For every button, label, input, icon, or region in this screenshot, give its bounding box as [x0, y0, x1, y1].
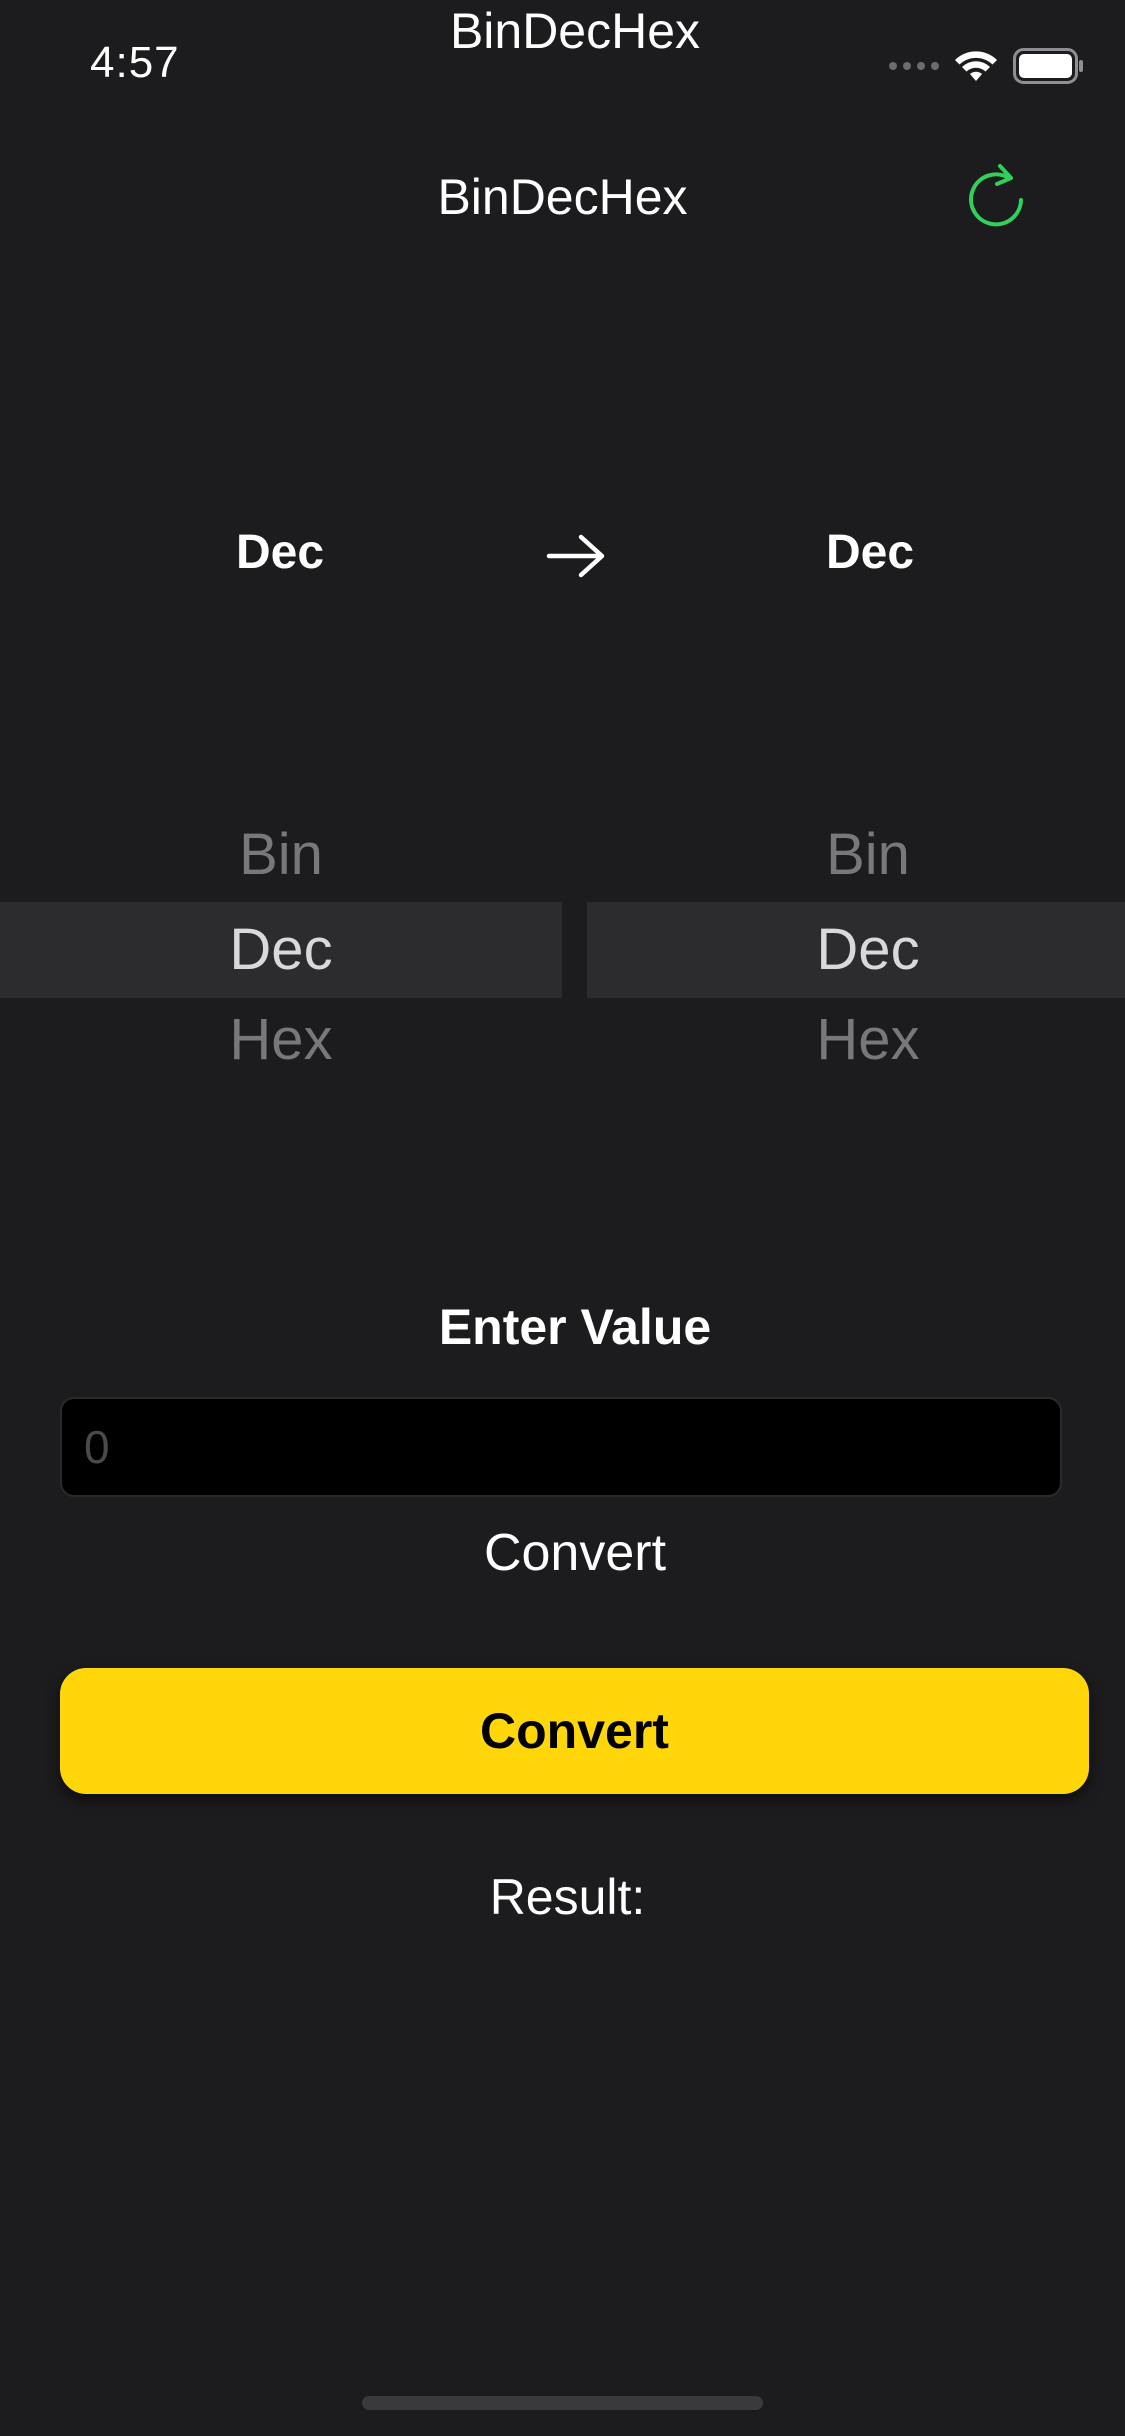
from-base-picker[interactable]: Bin Dec Hex — [0, 810, 562, 1080]
arrow-right-icon — [546, 534, 605, 578]
wifi-icon — [955, 51, 997, 81]
result-label: Result: — [489, 1869, 646, 1925]
value-input[interactable] — [60, 1397, 1062, 1497]
status-icons — [889, 48, 1085, 84]
convert-text-button[interactable]: Convert — [0, 1523, 1125, 1583]
enter-value-label: Enter Value — [438, 1299, 712, 1355]
to-picker-option-hex[interactable]: Hex — [587, 995, 1125, 1085]
convert-button[interactable]: Convert — [60, 1668, 1089, 1794]
from-picker-option-dec[interactable]: Dec — [0, 905, 562, 995]
to-picker-option-bin[interactable]: Bin — [587, 810, 1125, 900]
nav-title: BinDecHex — [437, 169, 688, 225]
refresh-icon — [969, 164, 1023, 227]
refresh-button[interactable] — [960, 160, 1032, 232]
home-indicator — [362, 2396, 763, 2410]
from-picker-option-bin[interactable]: Bin — [0, 810, 562, 900]
cellular-signal-icon — [889, 62, 939, 70]
from-picker-option-hex[interactable]: Hex — [0, 995, 562, 1085]
to-base-picker[interactable]: Bin Dec Hex — [587, 810, 1125, 1080]
summary-from-base: Dec — [235, 526, 325, 579]
to-picker-option-dec[interactable]: Dec — [587, 905, 1125, 995]
battery-icon — [1013, 48, 1083, 84]
summary-to-base: Dec — [825, 526, 915, 579]
